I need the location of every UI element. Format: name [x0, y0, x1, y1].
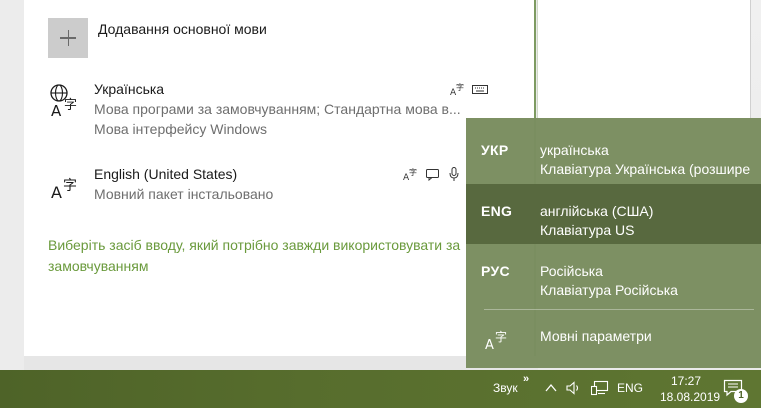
- keyboard-layout: Клавіатура Російська: [540, 282, 678, 298]
- desktop-left-strip: [0, 0, 24, 370]
- add-language-label: Додавання основної мови: [98, 21, 267, 37]
- input-language-indicator[interactable]: ENG: [617, 381, 643, 395]
- language-settings-icon: A 字: [485, 329, 507, 351]
- svg-text:字: 字: [63, 178, 77, 194]
- svg-text:A: A: [51, 102, 62, 119]
- input-method-link-text: Виберіть засіб вводу, який потрібно завж…: [48, 237, 461, 274]
- handwriting-icon: A 字: [450, 82, 464, 96]
- clock-time: 17:27: [670, 374, 702, 388]
- svg-text:字: 字: [495, 329, 507, 344]
- add-language-button[interactable]: Додавання основної мови: [48, 18, 267, 60]
- input-method-link[interactable]: Виберіть засіб вводу, який потрібно завж…: [48, 235, 478, 277]
- clock[interactable]: 17:27 18.08.2019: [660, 373, 721, 405]
- language-item-ukrainian[interactable]: A 字 Українська Мова програми за замовчув…: [48, 81, 518, 141]
- language-name: Українська: [94, 81, 165, 97]
- keyboard-layout: Клавіатура Українська (розширена): [540, 161, 750, 177]
- svg-text:字: 字: [456, 82, 464, 92]
- chevron-up-icon[interactable]: [545, 383, 557, 393]
- language-settings-link[interactable]: A 字 Мовні параметри: [466, 313, 761, 363]
- language-interface-note: Мова інтерфейсу Windows: [94, 121, 268, 137]
- svg-text:字: 字: [409, 167, 417, 177]
- sound-toolbar-label[interactable]: Звук: [493, 381, 518, 395]
- flyout-item-ukrainian[interactable]: УКР українська Клавіатура Українська (ро…: [466, 123, 761, 183]
- background-window: [537, 0, 751, 118]
- language-code: ENG: [481, 203, 513, 219]
- svg-text:A: A: [485, 338, 494, 351]
- language-globe-icon: A 字: [50, 84, 77, 119]
- language-features: A 字: [450, 81, 488, 97]
- language-flyout: УКР українська Клавіатура Українська (ро…: [466, 118, 761, 368]
- microphone-icon: [449, 167, 459, 181]
- flyout-item-russian[interactable]: РУС Російська Клавіатура Російська: [466, 244, 761, 304]
- svg-text:A: A: [51, 183, 62, 202]
- flyout-divider: [484, 309, 754, 310]
- toolbar-overflow-chevron[interactable]: »: [523, 373, 529, 385]
- language-details: Мовний пакет інстальовано: [94, 186, 274, 202]
- language-name: Російська: [540, 263, 603, 279]
- svg-text:字: 字: [64, 98, 77, 113]
- language-settings-label: Мовні параметри: [540, 328, 652, 344]
- language-features: A 字: [403, 166, 459, 182]
- language-name: English (United States): [94, 166, 238, 182]
- flyout-item-english[interactable]: ENG англійська (США) Клавіатура US: [466, 184, 761, 244]
- settings-window-bottom: [24, 356, 538, 370]
- network-icon[interactable]: [591, 380, 609, 396]
- keyboard-layout: Клавіатура US: [540, 222, 635, 238]
- language-details: Мова програми за замовчуванням; Стандарт…: [94, 101, 461, 117]
- handwriting-icon: A 字: [403, 167, 417, 181]
- keyboard-icon: [472, 85, 488, 94]
- plus-icon: [48, 18, 88, 58]
- volume-icon[interactable]: [566, 381, 582, 395]
- taskbar: Звук » ENG 17:27 18.08.2019: [0, 370, 761, 408]
- language-item-english[interactable]: A 字 English (United States) Мовний пакет…: [48, 166, 518, 210]
- language-name: українська: [540, 142, 609, 158]
- language-icon: A 字: [51, 178, 77, 202]
- language-code: УКР: [481, 142, 509, 158]
- language-name: англійська (США): [540, 203, 654, 219]
- language-code: РУС: [481, 263, 510, 279]
- speech-icon: [426, 169, 439, 181]
- notification-count-badge: 1: [734, 389, 748, 403]
- clock-date: 18.08.2019: [660, 390, 721, 404]
